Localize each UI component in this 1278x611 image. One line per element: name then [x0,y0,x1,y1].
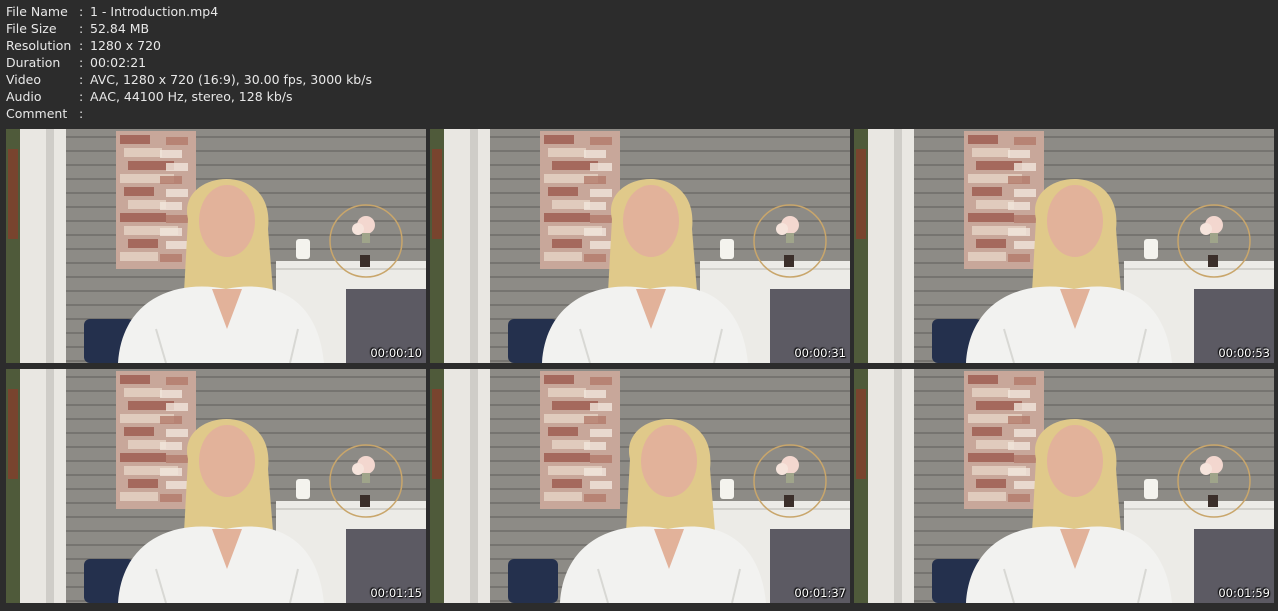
meta-separator: : [79,106,84,121]
meta-key: File Size [6,21,57,36]
meta-row-audio: Audio : AAC, 44100 Hz, stereo, 128 kb/s [6,88,372,105]
meta-separator: : [79,21,84,36]
meta-value: AVC, 1280 x 720 (16:9), 30.00 fps, 3000 … [90,72,372,87]
meta-row-file-name: File Name : 1 - Introduction.mp4 [6,3,372,20]
timestamp-label: 00:01:37 [794,586,846,600]
meta-row-file-size: File Size : 52.84 MB [6,20,372,37]
video-frame-image [430,129,850,363]
meta-row-resolution: Resolution : 1280 x 720 [6,37,372,54]
meta-value: 00:02:21 [90,55,147,70]
meta-value: AAC, 44100 Hz, stereo, 128 kb/s [90,89,293,104]
timestamp-label: 00:00:10 [370,346,422,360]
file-metadata: File Name : 1 - Introduction.mp4 File Si… [6,3,372,122]
video-frame-image [430,369,850,603]
meta-row-video: Video : AVC, 1280 x 720 (16:9), 30.00 fp… [6,71,372,88]
timestamp-label: 00:00:31 [794,346,846,360]
meta-separator: : [79,55,84,70]
meta-key: Video [6,72,42,87]
meta-value: 1280 x 720 [90,38,162,53]
video-frame-image [6,129,426,363]
video-frame-image [854,369,1274,603]
video-thumbnail[interactable]: 00:01:59 [854,369,1274,603]
video-thumbnail[interactable]: 00:01:37 [430,369,850,603]
thumbnail-grid: 00:00:10 00:00:31 00:00:53 00:01:15 00:0… [6,129,1274,605]
video-thumbnail[interactable]: 00:00:31 [430,129,850,363]
meta-separator: : [79,38,84,53]
video-thumbnail[interactable]: 00:00:10 [6,129,426,363]
meta-key: Comment [6,106,68,121]
meta-row-duration: Duration : 00:02:21 [6,54,372,71]
meta-separator: : [79,72,84,87]
video-frame-image [6,369,426,603]
meta-key: File Name [6,4,68,19]
timestamp-label: 00:01:59 [1218,586,1270,600]
timestamp-label: 00:00:53 [1218,346,1270,360]
timestamp-label: 00:01:15 [370,586,422,600]
video-thumbnail[interactable]: 00:01:15 [6,369,426,603]
meta-separator: : [79,4,84,19]
meta-key: Audio [6,89,42,104]
meta-value: 52.84 MB [90,21,150,36]
meta-value: 1 - Introduction.mp4 [90,4,219,19]
meta-key: Duration [6,55,61,70]
video-frame-image [854,129,1274,363]
meta-row-comment: Comment : [6,105,372,122]
video-thumbnail[interactable]: 00:00:53 [854,129,1274,363]
meta-key: Resolution [6,38,72,53]
meta-separator: : [79,89,84,104]
